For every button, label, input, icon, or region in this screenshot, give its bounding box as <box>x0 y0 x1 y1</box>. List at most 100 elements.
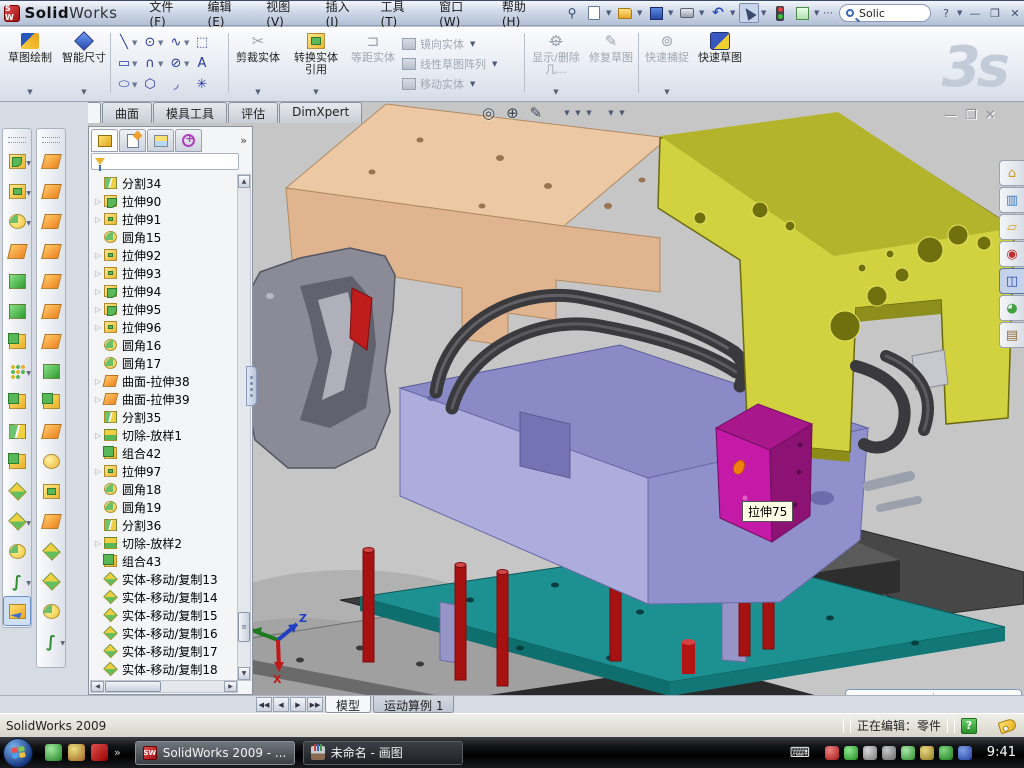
surface-tool-button[interactable]: ▼ <box>37 146 65 176</box>
surface-tool-button[interactable]: ▼ <box>37 566 65 596</box>
sketch-tool-button[interactable]: ∿▼ <box>168 32 194 53</box>
help-button[interactable]: ? <box>937 5 955 21</box>
view-tool-button[interactable]: ▼ <box>575 109 582 117</box>
dropdown-arrow-icon[interactable]: ▼ <box>492 60 499 68</box>
feature-tool-button[interactable]: ▼ <box>3 506 31 536</box>
command-tab[interactable]: DimXpert <box>279 102 362 123</box>
dropdown-arrow-icon[interactable]: ▼ <box>814 9 821 17</box>
tree-item[interactable]: ▷ 曲面-拉伸38 <box>93 372 239 390</box>
tray-icon[interactable] <box>901 746 915 760</box>
command-tab[interactable]: 模具工具 <box>153 102 227 123</box>
tree-item[interactable]: ▷ 切除-放样2 <box>93 534 239 552</box>
configurationmanager-tab[interactable] <box>147 129 174 152</box>
minimize-button[interactable]: — <box>966 5 984 21</box>
sheet-nav-button[interactable]: ◀◀ <box>256 697 272 712</box>
tree-horizontal-scrollbar[interactable]: ◀ ▶ <box>90 680 238 693</box>
tree-expand-arrow[interactable]: ▷ <box>93 323 103 332</box>
feature-tool-button[interactable]: ▼ <box>3 326 31 356</box>
stack-tool-button[interactable]: 移动实体▼ <box>402 75 499 93</box>
tree-item[interactable]: ▷ 分割34 <box>93 174 239 192</box>
feature-tool-button[interactable]: ▼ <box>3 356 31 386</box>
panel-splitter-handle[interactable] <box>246 366 257 406</box>
feature-tool-button[interactable]: ▼ <box>3 266 31 296</box>
taskbar-clock[interactable]: 9:41 <box>987 745 1016 760</box>
view-tool-button[interactable]: ▼ <box>608 109 615 117</box>
repair-sketch-button[interactable]: ✎ 修复草图 <box>588 30 634 98</box>
tree-item[interactable]: ▷ 拉伸93 <box>93 264 239 282</box>
quick-launch-icon[interactable] <box>91 744 108 761</box>
doc-minimize-button[interactable]: — <box>944 108 957 123</box>
feature-tool-button[interactable]: ▼ <box>3 236 31 266</box>
new-document-button[interactable] <box>584 3 604 23</box>
featuremanager-tab[interactable] <box>91 129 118 152</box>
sketch-tool-button[interactable]: ⊙▼ <box>142 32 168 53</box>
tray-icon[interactable] <box>958 746 972 760</box>
surface-tool-button[interactable]: ▼ <box>37 176 65 206</box>
stack-tool-button[interactable]: 线性草图阵列▼ <box>402 55 499 73</box>
dropdown-arrow-icon[interactable]: ▼ <box>553 88 558 96</box>
sketch-tool-button[interactable]: ⬡▼ <box>142 74 168 95</box>
tree-item[interactable]: ▷ 圆角19 <box>93 498 239 516</box>
dropdown-arrow-icon[interactable]: ▼ <box>668 9 675 17</box>
surface-tool-button[interactable]: ▼ <box>37 416 65 446</box>
feature-tool-button[interactable]: ▼ <box>3 206 31 236</box>
tree-item[interactable]: ▷ 实体-移动/复制18 <box>93 660 239 678</box>
task-pane-tab[interactable]: ⌂ <box>999 160 1024 186</box>
sketch-tool-button[interactable]: ⬚▼ <box>194 32 220 53</box>
start-button[interactable] <box>3 738 33 768</box>
sketch-tool-button[interactable]: ∩▼ <box>142 53 168 74</box>
tray-icon[interactable] <box>825 746 839 760</box>
options-button[interactable] <box>792 3 812 23</box>
view-tool-button[interactable]: ▼ <box>586 109 593 117</box>
scrollbar-thumb[interactable] <box>105 681 161 692</box>
convert-entities-button[interactable]: 转换实体引用 ▼ <box>288 30 344 98</box>
tray-icon[interactable] <box>844 746 858 760</box>
tree-item[interactable]: ▷ 组合42 <box>93 444 239 462</box>
feature-tool-button[interactable]: ▼ <box>3 146 31 176</box>
tree-item[interactable]: ▷ 实体-移动/复制16 <box>93 624 239 642</box>
tree-item[interactable]: ▷ 圆角17 <box>93 354 239 372</box>
feature-tool-button[interactable]: ▼ <box>3 446 31 476</box>
tree-item[interactable]: ▷ 拉伸92 <box>93 246 239 264</box>
surface-tool-button[interactable]: ∫▼ <box>37 626 65 656</box>
surface-tool-button[interactable]: ▼ <box>37 236 65 266</box>
dropdown-arrow-icon[interactable]: ▼ <box>158 39 165 47</box>
dropdown-arrow-icon[interactable]: ▼ <box>26 370 31 377</box>
tree-item[interactable]: ▷ 拉伸96 <box>93 318 239 336</box>
tree-item[interactable]: ▷ 组合43 <box>93 552 239 570</box>
command-tab[interactable]: 评估 <box>228 102 278 123</box>
sheet-nav-button[interactable]: ▶ <box>290 697 306 712</box>
dropdown-arrow-icon[interactable]: ▼ <box>27 88 32 96</box>
dropdown-arrow-icon[interactable]: ▼ <box>255 88 260 96</box>
surface-tool-button[interactable]: ▼ <box>37 356 65 386</box>
quick-launch-chevron[interactable]: » <box>114 746 121 759</box>
dropdown-arrow-icon[interactable]: ▼ <box>730 9 737 17</box>
task-pane-tab[interactable]: ▤ <box>999 322 1024 348</box>
tree-expand-arrow[interactable]: ▷ <box>93 395 103 404</box>
rapid-sketch-button[interactable]: 快速草图 <box>696 30 744 98</box>
stack-tool-button[interactable]: 镜向实体▼ <box>402 35 499 53</box>
tree-item[interactable]: ▷ 圆角15 <box>93 228 239 246</box>
trim-entities-button[interactable]: ✂ 剪裁实体 ▼ <box>234 30 282 98</box>
task-pane-tab[interactable]: ◉ <box>999 241 1024 267</box>
keyboard-layout-icon[interactable]: ⌨ <box>790 745 810 761</box>
scroll-up-button[interactable]: ▲ <box>238 175 250 188</box>
surface-tool-button[interactable]: ▼ <box>37 326 65 356</box>
surface-tool-button[interactable]: ▼ <box>37 206 65 236</box>
restore-button[interactable]: ❐ <box>986 5 1004 21</box>
filter-bar[interactable] <box>91 153 239 170</box>
task-pane-tab[interactable]: ◫ <box>999 268 1024 294</box>
tree-expand-arrow[interactable]: ▷ <box>93 269 103 278</box>
dropdown-arrow-icon[interactable]: ▼ <box>132 81 139 89</box>
doc-restore-button[interactable]: ❐ <box>965 108 977 123</box>
tree-item[interactable]: ▷ 曲面-拉伸39 <box>93 390 239 408</box>
tree-expand-arrow[interactable]: ▷ <box>93 197 103 206</box>
dropdown-arrow-icon[interactable]: ▼ <box>313 88 318 96</box>
surface-tool-button[interactable]: ▼ <box>37 536 65 566</box>
dropdown-arrow-icon[interactable]: ▼ <box>470 80 477 88</box>
task-pane-tab[interactable]: ◕ <box>999 295 1024 321</box>
dropdown-arrow-icon[interactable]: ▼ <box>608 109 615 117</box>
tree-expand-arrow[interactable]: ▷ <box>93 539 103 548</box>
pin-toolbar-icon[interactable]: ⚲ <box>562 3 582 23</box>
feature-tool-button[interactable]: ▼ <box>3 536 31 566</box>
